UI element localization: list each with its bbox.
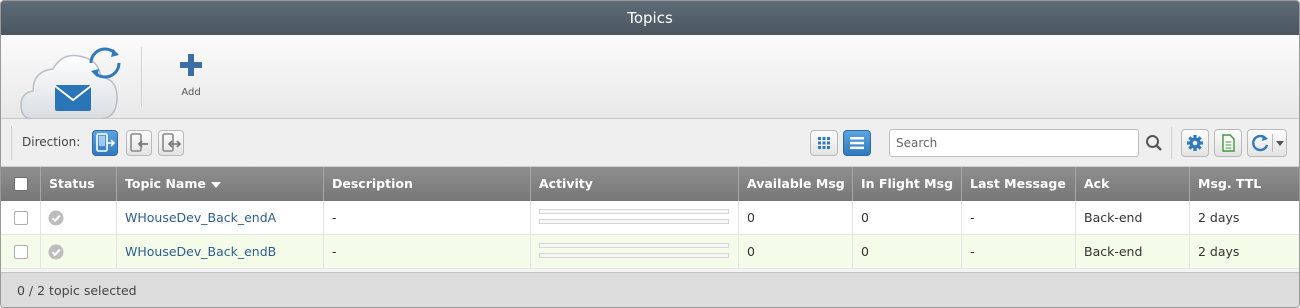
column-msg-ttl[interactable]: Msg. TTL <box>1189 167 1299 201</box>
activity-bar-available <box>539 243 729 248</box>
main-toolbar: Add <box>1 35 1299 120</box>
mail-cloud-icon <box>20 47 121 120</box>
column-in-flight-msg[interactable]: In Flight Msg <box>852 167 961 201</box>
export-icon <box>1222 134 1235 152</box>
direction-group: Direction: <box>11 126 189 160</box>
gear-icon <box>1187 135 1203 151</box>
check-circle-icon <box>48 210 64 226</box>
column-available-msg[interactable]: Available Msg <box>738 167 852 201</box>
in-flight-msg-cell: 0 <box>852 201 961 235</box>
export-button[interactable] <box>1214 129 1242 157</box>
available-msg-cell: 0 <box>738 235 852 269</box>
msg-ttl-cell: 2 days <box>1189 235 1299 269</box>
grid-view-icon <box>818 137 830 149</box>
activity-cell <box>530 235 738 269</box>
sort-desc-icon <box>210 181 221 188</box>
grid-view-button[interactable] <box>810 130 838 156</box>
ack-cell: Back-end <box>1075 201 1189 235</box>
row-checkbox[interactable] <box>14 211 28 225</box>
list-view-icon <box>850 137 864 150</box>
description-cell: - <box>323 201 530 235</box>
column-description[interactable]: Description <box>323 167 530 201</box>
table-row[interactable]: WHouseDev_Back_endA - 0 0 - Back-end 2 d… <box>1 201 1299 235</box>
in-flight-msg-cell: 0 <box>852 235 961 269</box>
activity-bar-available <box>539 209 729 214</box>
topics-window: Topics Add Direction: Search Status Topi… <box>0 0 1300 308</box>
search-icon[interactable] <box>1145 134 1163 152</box>
last-message-cell: - <box>961 201 1075 235</box>
topic-name-link[interactable]: WHouseDev_Back_endB <box>116 235 323 269</box>
column-topic-name[interactable]: Topic Name <box>116 167 323 201</box>
check-circle-icon <box>48 244 64 260</box>
direction-both-button[interactable] <box>92 130 118 156</box>
available-msg-cell: 0 <box>738 201 852 235</box>
selection-count: 0 / 2 topic selected <box>17 283 137 298</box>
direction-outgoing-button[interactable] <box>126 130 152 156</box>
chevron-down-icon[interactable] <box>1274 130 1286 156</box>
column-activity[interactable]: Activity <box>530 167 738 201</box>
column-topic-name-label: Topic Name <box>125 176 206 191</box>
column-status[interactable]: Status <box>40 167 116 201</box>
add-label: Add <box>181 87 201 98</box>
filter-toolbar: Direction: <box>1 119 1299 167</box>
window-title: Topics <box>1 1 1299 35</box>
activity-cell <box>530 201 738 235</box>
list-view-button[interactable] <box>843 130 871 156</box>
direction-outgoing-icon <box>130 133 148 152</box>
msg-ttl-cell: 2 days <box>1189 201 1299 235</box>
toolbar-divider <box>1171 127 1172 159</box>
topic-name-link[interactable]: WHouseDev_Back_endA <box>116 201 323 235</box>
refresh-divider <box>1272 134 1273 152</box>
status-footer: 0 / 2 topic selected <box>1 272 1299 307</box>
activity-bar-inflight <box>539 253 729 258</box>
row-checkbox[interactable] <box>14 245 28 259</box>
column-ack[interactable]: Ack <box>1075 167 1189 201</box>
direction-label: Direction: <box>22 135 81 149</box>
select-all-checkbox[interactable] <box>14 177 28 191</box>
direction-both-icon <box>96 133 116 152</box>
toolbar-divider <box>141 47 142 107</box>
plus-icon <box>180 54 202 76</box>
direction-incoming-button[interactable] <box>158 130 184 156</box>
add-topic-button[interactable]: Add <box>169 53 213 103</box>
ack-cell: Back-end <box>1075 235 1189 269</box>
search-box <box>889 129 1139 157</box>
refresh-button[interactable] <box>1247 129 1287 157</box>
table-header: Status Topic Name Description Activity A… <box>1 167 1299 201</box>
table-row[interactable]: WHouseDev_Back_endB - 0 0 - Back-end 2 d… <box>1 235 1299 269</box>
activity-bar-inflight <box>539 219 729 224</box>
direction-incoming-icon <box>162 133 182 152</box>
last-message-cell: - <box>961 235 1075 269</box>
search-input[interactable] <box>890 130 1138 156</box>
settings-button[interactable] <box>1181 129 1209 157</box>
column-last-message[interactable]: Last Message <box>961 167 1075 201</box>
refresh-icon <box>1252 134 1269 152</box>
description-cell: - <box>323 235 530 269</box>
